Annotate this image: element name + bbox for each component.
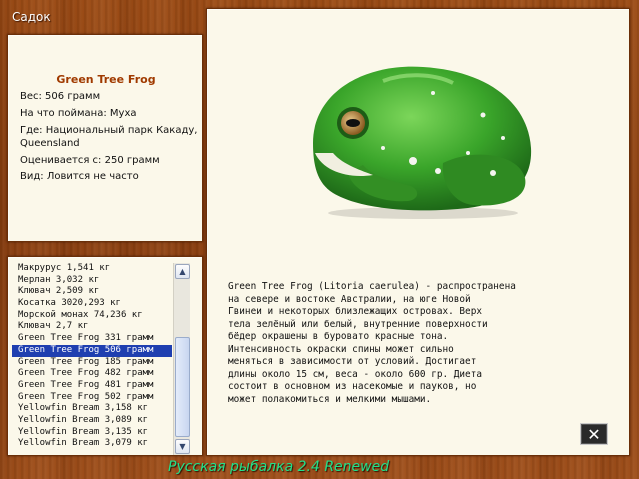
- list-item[interactable]: Мерлан 3,032 кг: [12, 275, 172, 287]
- fish-weight: Вес: 506 грамм: [20, 91, 101, 102]
- list-item[interactable]: Green Tree Frog 185 грамм: [12, 357, 172, 369]
- catch-list-panel: Макрурус 1,541 кг Мерлан 3,032 кг Клювач 2…: [7, 256, 203, 456]
- fish-name: Green Tree Frog: [56, 73, 156, 86]
- description-line: Интенсивность окраски спины может сильно: [228, 343, 454, 355]
- list-item[interactable]: Косатка 3020,293 кг: [12, 298, 172, 310]
- description-line: тела зелёный или белый, внутренние повер…: [228, 318, 488, 330]
- arrow-down-icon[interactable]: ▼: [175, 439, 190, 454]
- list-item[interactable]: Yellowfin Bream 3,089 кг: [12, 415, 172, 427]
- list-item[interactable]: Клювач 2,7 кг: [12, 321, 172, 333]
- catch-list-scrollbar[interactable]: ▲ ▼: [173, 263, 190, 455]
- description-line: на севере и востоке Австралии, на юге Но…: [228, 293, 471, 305]
- window-title: Садок: [12, 10, 51, 24]
- close-icon[interactable]: ✕: [580, 423, 608, 445]
- fish-value: Оценивается с: 250 грамм: [20, 155, 160, 166]
- list-item[interactable]: Yellowfin Bream 3,079 кг: [12, 438, 172, 450]
- fish-info-panel: Green Tree Frog Вес: 506 грамм На что по…: [7, 34, 203, 242]
- description-line: меняться в зависимости от условий. Дости…: [228, 356, 477, 367]
- description-panel: Green Tree Frog (Litoria caerulea) - рас…: [206, 8, 630, 456]
- list-item[interactable]: Green Tree Frog 482 грамм: [12, 368, 172, 380]
- description-line: может полакомиться и мелкими мышами.: [228, 393, 432, 405]
- description-line: Green Tree Frog (Litoria caerulea) - рас…: [228, 281, 516, 292]
- species-description: Green Tree Frog (Litoria caerulea) - рас…: [228, 281, 538, 406]
- description-line: бёдер окрашены в буровато красные тона.: [228, 331, 449, 342]
- frog-image: [313, 66, 532, 219]
- list-item[interactable]: Green Tree Frog 481 грамм: [12, 380, 172, 392]
- list-item[interactable]: Green Tree Frog 506 грамм: [12, 344, 172, 357]
- game-title-footer: Русская рыбалка 2.4 Renewed: [168, 459, 390, 475]
- fish-location: Где: Национальный парк Какаду, Queenslan…: [20, 125, 198, 149]
- list-item[interactable]: Клювач 2,509 кг: [12, 286, 172, 298]
- fish-bait: На что поймана: Муха: [20, 108, 137, 119]
- arrow-up-icon[interactable]: ▲: [175, 264, 190, 279]
- description-line: Гвинеи и некоторых близлежащих островах.…: [228, 306, 482, 317]
- description-line: длины около 15 см, веса - около 600 гр. …: [228, 368, 482, 380]
- list-item[interactable]: Yellowfin Bream 3,158 кг: [12, 403, 172, 415]
- list-item[interactable]: Green Tree Frog 331 грамм: [12, 333, 172, 345]
- list-item[interactable]: Макрурус 1,541 кг: [12, 263, 172, 275]
- scrollbar-thumb[interactable]: [175, 337, 190, 437]
- list-item[interactable]: Морской монах 74,236 кг: [12, 310, 172, 322]
- close-button-label: ✕: [587, 424, 601, 444]
- list-item[interactable]: Green Tree Frog 502 грамм: [12, 392, 172, 404]
- description-line: состоит в основном из насекомые и пауков…: [228, 381, 477, 392]
- fish-type: Вид: Ловится не часто: [20, 171, 139, 182]
- list-item[interactable]: Yellowfin Bream 3,135 кг: [12, 427, 172, 439]
- catch-list[interactable]: Макрурус 1,541 кг Мерлан 3,032 кг Клювач 2…: [12, 263, 172, 450]
